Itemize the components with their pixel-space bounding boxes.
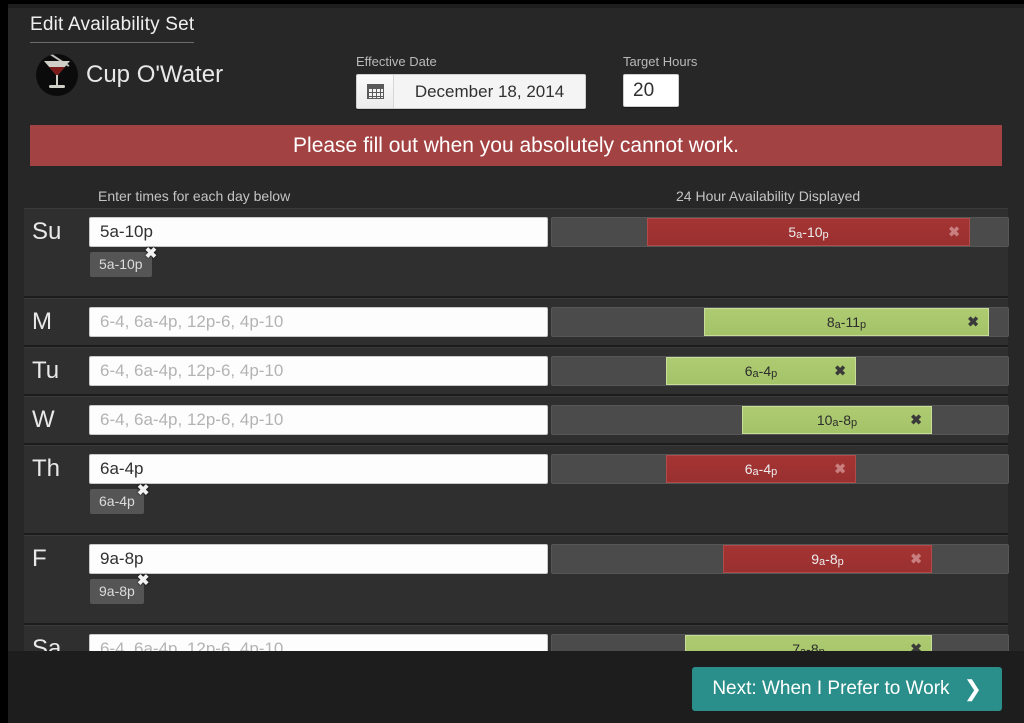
day-rows-list: Su5a-10p✖5a-10p✖M8a-11p✖Tu6a-4p✖W10a-8p✖… <box>24 208 1009 674</box>
availability-block[interactable]: 9a-8p ✖ <box>723 545 932 573</box>
right-column-caption: 24 Hour Availability Displayed <box>676 188 861 204</box>
day-label-su: Su <box>32 218 62 245</box>
block-close-icon[interactable]: ✖ <box>834 363 846 380</box>
availability-block-label: 5a-10p <box>788 224 829 241</box>
time-input-m[interactable] <box>89 307 548 337</box>
day-label-m: M <box>32 308 52 335</box>
effective-date-field: Effective Date December 18, 2014 <box>356 54 586 109</box>
effective-date-value[interactable]: December 18, 2014 <box>394 75 585 108</box>
availability-block-label: 10a-8p <box>816 412 858 429</box>
day-label-f: F <box>32 545 47 572</box>
block-close-icon[interactable]: ✖ <box>948 224 960 241</box>
time-input-th[interactable] <box>89 454 548 484</box>
top-strip <box>8 4 1024 8</box>
availability-block-label: 9a-8p <box>811 551 844 568</box>
time-chip: 5a-10p <box>90 252 152 277</box>
time-input-w[interactable] <box>89 405 548 435</box>
day-row: M 8a-11p ✖ <box>24 298 1009 347</box>
availability-block[interactable]: 6a-4p ✖ <box>666 455 856 483</box>
next-step-label: Next: When I Prefer to Work <box>712 678 950 699</box>
day-row: W 10a-8p ✖ <box>24 396 1009 445</box>
availability-block-label: 6a-4p <box>744 363 778 380</box>
availability-block[interactable]: 6a-4p ✖ <box>666 357 856 385</box>
availability-block-label: 8a-11p <box>826 314 867 331</box>
availability-track-m[interactable]: 8a-11p ✖ <box>551 307 1009 337</box>
chip-list: 5a-10p ✖ <box>90 246 157 277</box>
block-close-icon[interactable]: ✖ <box>834 461 846 478</box>
block-close-icon[interactable]: ✖ <box>967 314 979 331</box>
effective-date-picker[interactable]: December 18, 2014 <box>356 74 586 109</box>
employee-identity: Cup O'Water <box>36 54 223 96</box>
availability-block[interactable]: 8a-11p ✖ <box>704 308 989 336</box>
target-hours-input[interactable]: 20 <box>623 74 679 107</box>
chip-close-icon[interactable]: ✖ <box>145 246 158 261</box>
availability-track-tu[interactable]: 6a-4p ✖ <box>551 356 1009 386</box>
day-label-w: W <box>32 406 55 433</box>
target-hours-label: Target Hours <box>623 54 698 69</box>
time-input-su[interactable] <box>89 217 548 247</box>
time-input-tu[interactable] <box>89 356 548 386</box>
left-column-caption: Enter times for each day below <box>98 188 291 204</box>
next-step-button[interactable]: Next: When I Prefer to Work ❯ <box>692 667 1002 711</box>
instruction-banner: Please fill out when you absolutely cann… <box>30 125 1002 166</box>
availability-block[interactable]: 5a-10p ✖ <box>647 218 970 246</box>
chip-close-icon[interactable]: ✖ <box>137 573 150 588</box>
time-chip: 9a-8p <box>90 579 144 604</box>
block-close-icon[interactable]: ✖ <box>910 412 922 429</box>
day-row: Th6a-4p✖6a-4p✖ <box>24 445 1009 535</box>
employee-name: Cup O'Water <box>86 61 224 88</box>
calendar-icon[interactable] <box>357 75 394 108</box>
chip-close-icon[interactable]: ✖ <box>137 483 150 498</box>
chevron-right-icon: ❯ <box>963 676 982 701</box>
availability-track-th[interactable]: 6a-4p ✖ <box>551 454 1009 484</box>
availability-track-su[interactable]: 5a-10p ✖ <box>551 217 1009 247</box>
chip-list: 9a-8p ✖ <box>90 573 149 604</box>
availability-block-label: 6a-4p <box>744 461 778 478</box>
martini-glass-avatar-icon <box>36 54 78 96</box>
availability-track-f[interactable]: 9a-8p ✖ <box>551 544 1009 574</box>
chip-list: 6a-4p ✖ <box>90 483 149 514</box>
target-hours-field: Target Hours 20 <box>623 54 697 107</box>
page-title: Edit Availability Set <box>30 14 195 43</box>
day-row: Su5a-10p✖5a-10p✖ <box>24 208 1009 298</box>
footer-bar: Next: When I Prefer to Work ❯ <box>8 651 1024 723</box>
day-label-tu: Tu <box>32 357 60 384</box>
day-row: F9a-8p✖9a-8p✖ <box>24 535 1009 625</box>
day-label-th: Th <box>32 455 61 482</box>
effective-date-label: Effective Date <box>356 54 437 69</box>
availability-track-w[interactable]: 10a-8p ✖ <box>551 405 1009 435</box>
day-row: Tu 6a-4p ✖ <box>24 347 1009 396</box>
time-input-f[interactable] <box>89 544 548 574</box>
time-chip: 6a-4p <box>90 489 144 514</box>
availability-editor-page: Edit Availability Set Cup O'Water Effect… <box>8 4 1024 723</box>
block-close-icon[interactable]: ✖ <box>910 551 922 568</box>
availability-block[interactable]: 10a-8p ✖ <box>742 406 932 434</box>
